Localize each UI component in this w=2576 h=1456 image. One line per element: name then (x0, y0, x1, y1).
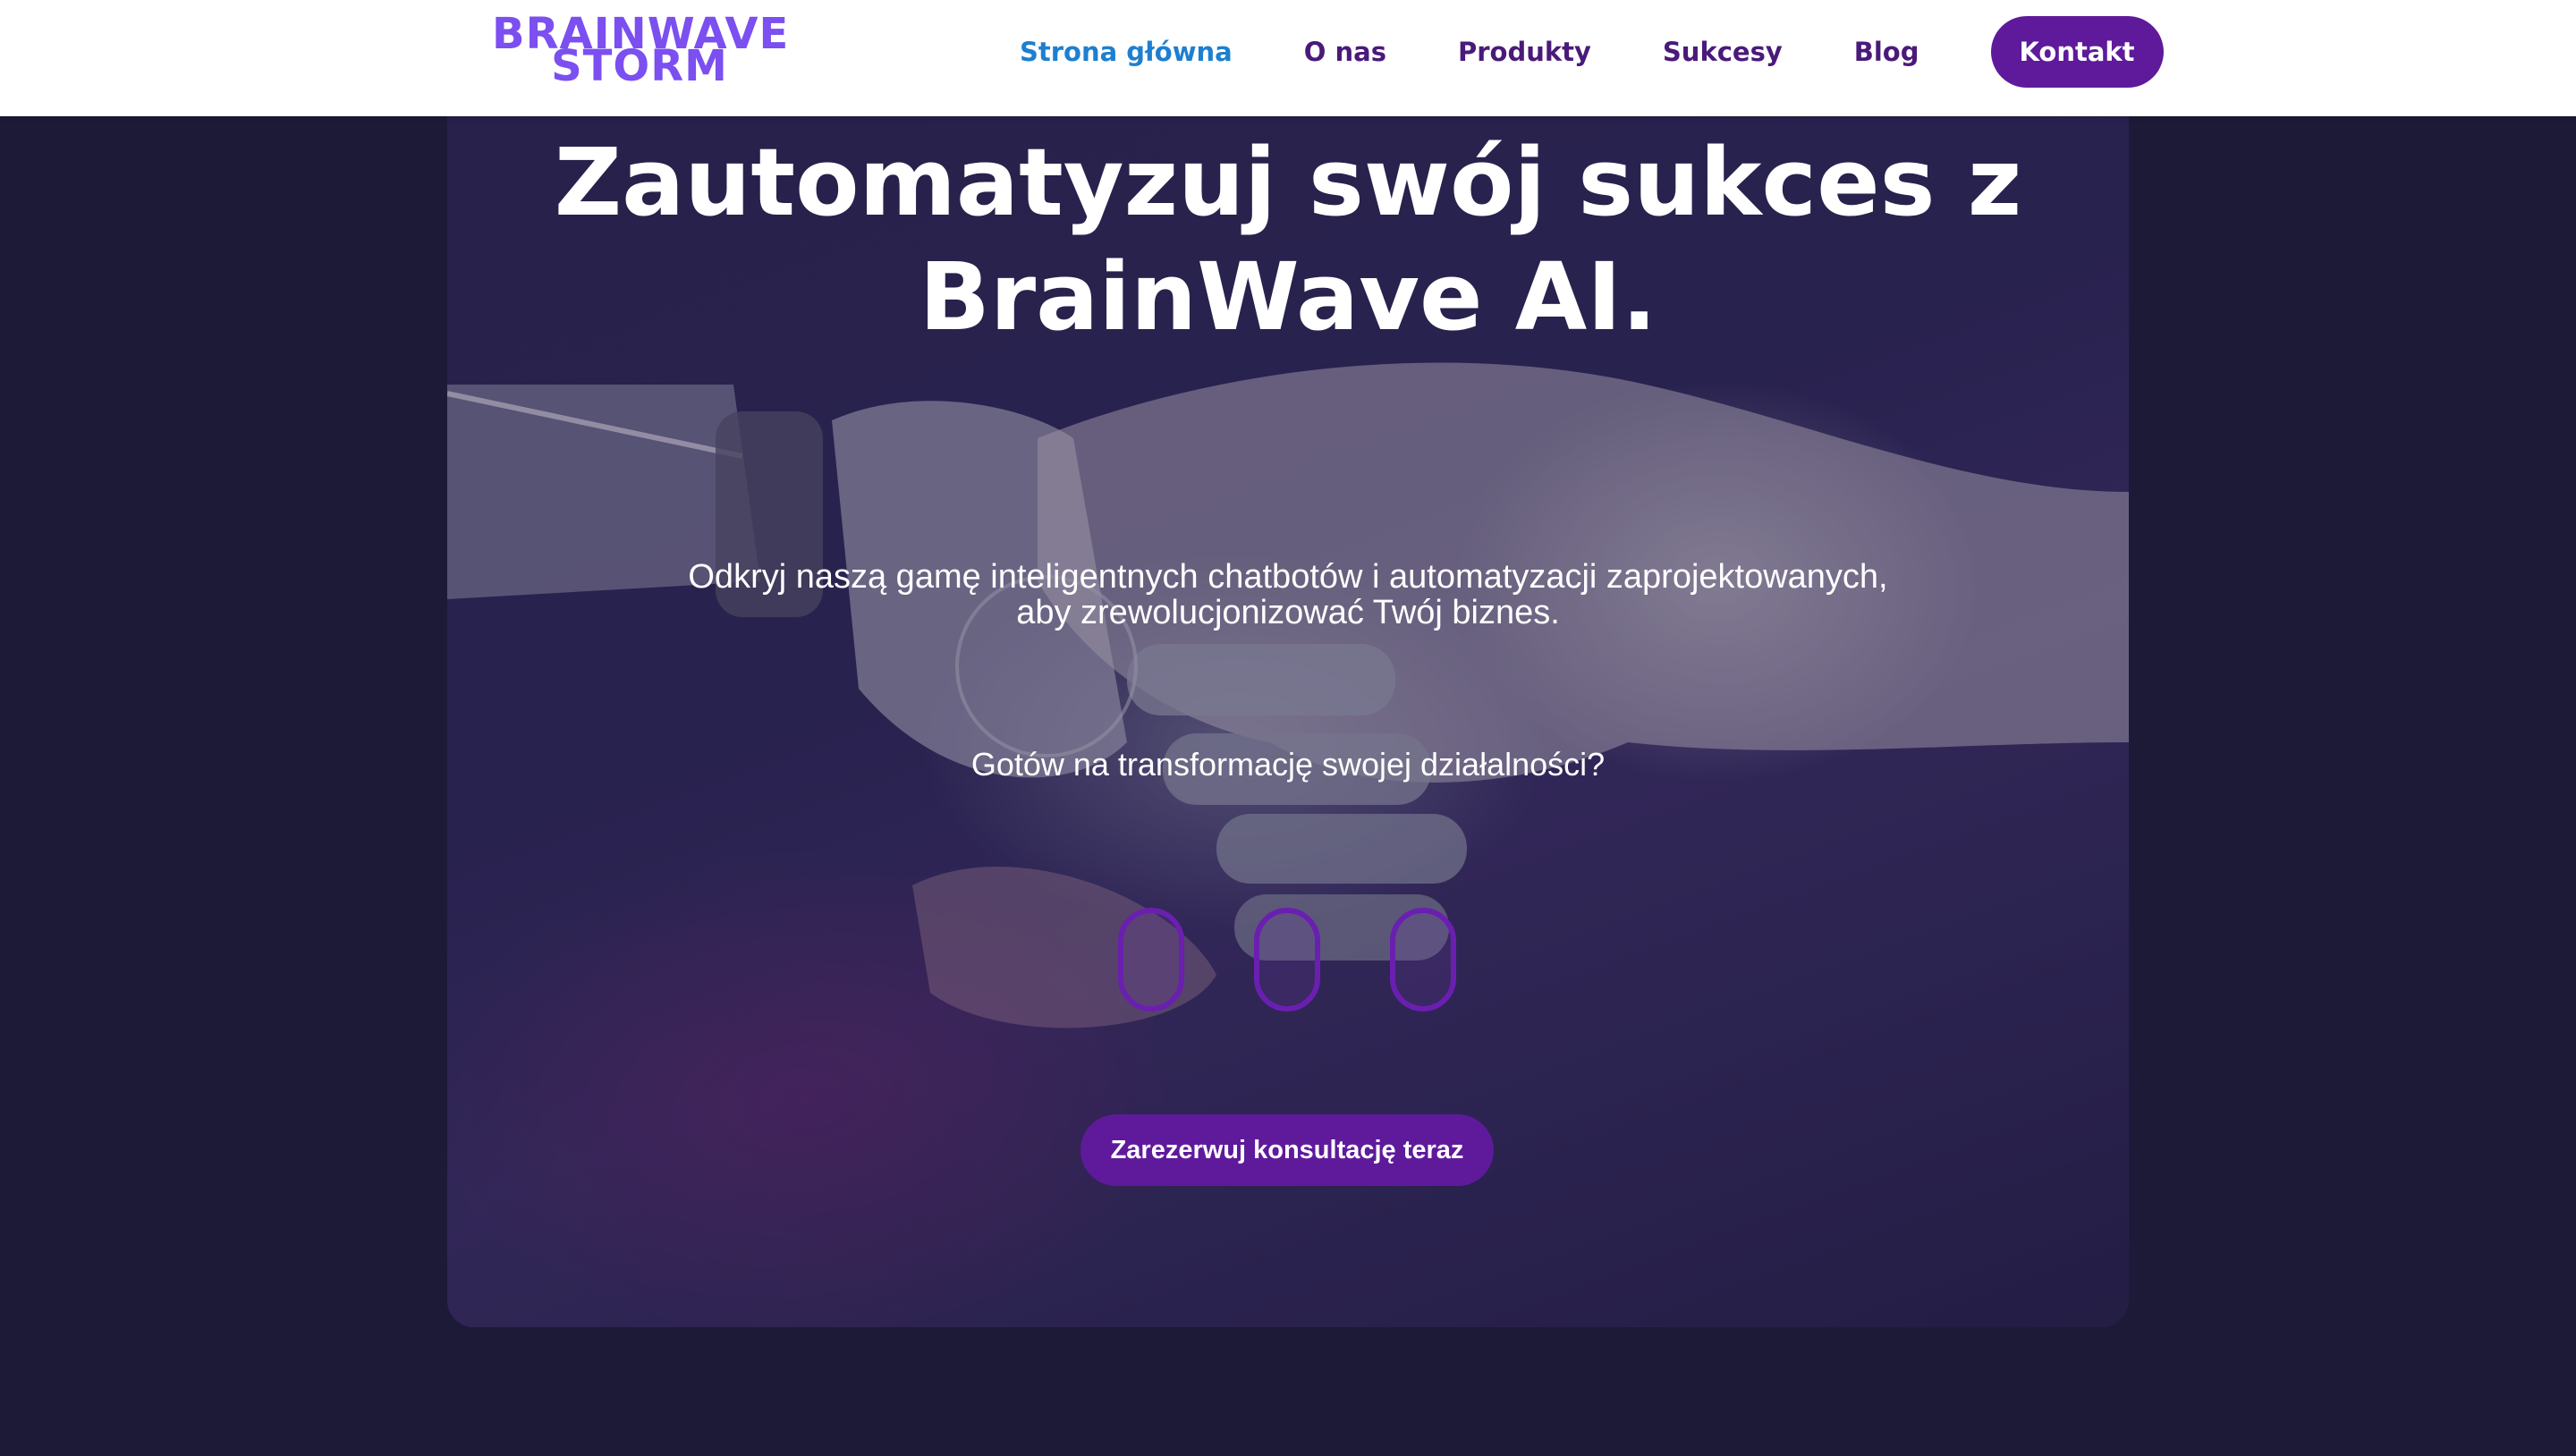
loader-dot-2 (1254, 908, 1320, 1012)
brand-logo[interactable]: BRAINWAVE STORM (492, 13, 788, 89)
hero-subtitle: Odkryj naszą gamę inteligentnych chatbot… (572, 559, 2004, 631)
hero-question: Gotów na transformację swojej działalnoś… (970, 746, 1606, 783)
hero-section: Zautomatyzuj swój sukces z BrainWave AI.… (447, 116, 2129, 1327)
book-consultation-button[interactable]: Zarezerwuj konsultację teraz (1080, 1114, 1494, 1186)
main-nav: Strona główna O nas Produkty Sukcesy Blo… (1020, 16, 2164, 88)
hero-title-line-1: Zautomatyzuj swój sukces z (554, 128, 2022, 237)
hero-subtitle-line-2: aby zrewolucjonizować Twój biznes. (1016, 594, 1560, 631)
hero-title-line-2: BrainWave AI. (919, 242, 1657, 351)
hero-title: Zautomatyzuj swój sukces z BrainWave AI. (447, 125, 2129, 354)
loader-dot-1 (1118, 908, 1184, 1012)
nav-link-home[interactable]: Strona główna (1020, 37, 1233, 67)
nav-link-successes[interactable]: Sukcesy (1663, 37, 1783, 67)
contact-button[interactable]: Kontakt (1990, 16, 2164, 88)
nav-link-products[interactable]: Produkty (1458, 37, 1591, 67)
site-header: BRAINWAVE STORM Strona główna O nas Prod… (0, 0, 2576, 116)
loader-dot-3 (1390, 908, 1456, 1012)
hero-subtitle-line-1: Odkryj naszą gamę inteligentnych chatbot… (688, 558, 1888, 596)
loading-indicator (1118, 908, 1458, 1015)
nav-link-about[interactable]: O nas (1304, 37, 1386, 67)
nav-link-blog[interactable]: Blog (1854, 37, 1919, 67)
